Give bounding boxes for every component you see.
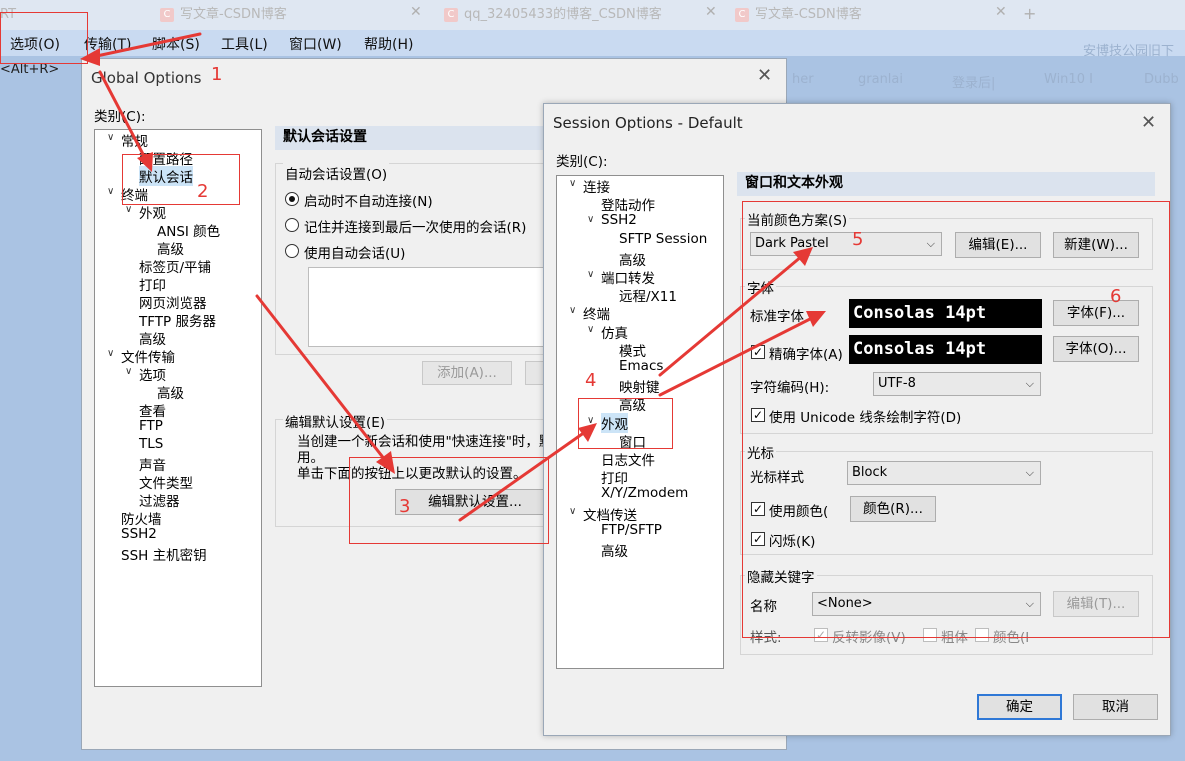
- arrow-to-color-scheme: [658, 254, 804, 377]
- arrow-to-options-menu: [90, 32, 202, 59]
- arrow-to-edit-button: [255, 294, 387, 462]
- annotation-arrows: [80, 32, 826, 522]
- arrow-to-default-session: [98, 70, 147, 160]
- arrowhead: [137, 152, 153, 172]
- arrowhead: [80, 48, 100, 66]
- arrowhead: [793, 247, 813, 266]
- arrow-to-appearance: [458, 430, 587, 522]
- arrowhead: [578, 423, 597, 442]
